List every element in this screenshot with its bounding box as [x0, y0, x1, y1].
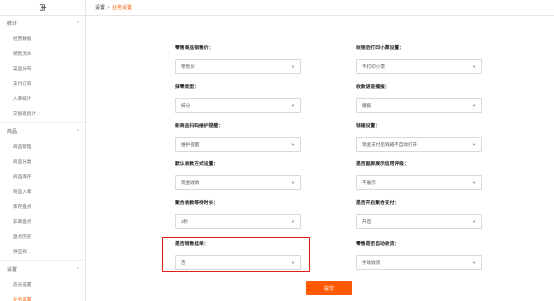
sidebar-item[interactable]: 支付订单: [0, 76, 85, 91]
sidebar-item[interactable]: 菜品分布: [0, 61, 85, 76]
highlight-box: [162, 237, 310, 272]
sidebar-item[interactable]: 交接班统计: [0, 106, 85, 121]
field-label: 钱箱设置：: [356, 124, 380, 129]
sidebar-item[interactable]: 入库统计: [0, 91, 85, 106]
breadcrumb-parent[interactable]: 设置: [95, 4, 105, 11]
select-value: 播报: [362, 102, 372, 108]
sidebar-item[interactable]: 供应商: [0, 244, 85, 259]
sidebar-item-active[interactable]: 业务设置: [0, 292, 85, 301]
cash-drawer-field: 钱箱设置： 现金支付后钱箱不自动打开 ▼: [356, 123, 482, 152]
dropdown-arrow-icon: ▼: [291, 142, 295, 147]
select-value: 抹分: [181, 102, 191, 108]
field-label: 是否开启聚合支付：: [356, 201, 400, 206]
new-item-reminder-select[interactable]: 维护提醒 ▼: [175, 137, 301, 152]
sidebar-item[interactable]: 店员设置: [0, 277, 85, 292]
dropdown-arrow-icon: ▼: [291, 180, 295, 185]
retail-price-select[interactable]: 零售价 ▼: [175, 59, 301, 74]
auto-receive-select[interactable]: 手动收货 ▼: [356, 255, 482, 270]
sidebar-section-stats[interactable]: 统计 ⌃: [0, 16, 85, 31]
voice-broadcast-select[interactable]: 播报 ▼: [356, 98, 482, 113]
dropdown-arrow-icon: ▼: [291, 103, 295, 108]
sidebar-item[interactable]: 非库盘点: [0, 214, 85, 229]
breadcrumb: 设置 > 业务设置: [86, 0, 554, 16]
select-value: 3秒: [181, 218, 189, 224]
select-value: 零售价: [181, 63, 195, 69]
voice-broadcast-field: 收款语音播报： 播报 ▼: [356, 84, 482, 113]
select-value: 现金支付后钱箱不自动打开: [362, 141, 418, 147]
sidebar-section-title: 设置: [7, 267, 18, 273]
sidebar-item[interactable]: 库存盘点: [0, 199, 85, 214]
aggregate-wait-field: 聚合收款等待时长： 3秒 ▼: [175, 200, 301, 229]
main-content: 设置 > 业务设置: [86, 0, 554, 301]
dropdown-arrow-icon: ▼: [291, 219, 295, 224]
chevron-up-icon: ⌃: [75, 20, 80, 27]
collapse-icon: [39, 4, 47, 11]
field-label: 零售是否自动收货：: [356, 242, 400, 247]
sidebar-item[interactable]: 销售流水: [0, 46, 85, 61]
chevron-up-icon: ⌃: [75, 266, 80, 273]
dropdown-arrow-icon: ▼: [472, 180, 476, 185]
dropdown-arrow-icon: ▼: [472, 103, 476, 108]
rounding-type-select[interactable]: 抹分 ▼: [175, 98, 301, 113]
sidebar-item[interactable]: 经营数据: [0, 31, 85, 46]
sidebar-item[interactable]: 商品分类: [0, 154, 85, 169]
sidebar-item[interactable]: 商品库存: [0, 169, 85, 184]
field-label: 收款语音播报：: [356, 85, 390, 90]
field-label: 聚合收款等待时长：: [175, 201, 219, 206]
chevron-up-icon: ⌃: [75, 128, 80, 135]
rounding-type-field: 抹零类型： 抹分 ▼: [175, 84, 301, 113]
new-item-reminder-field: 新商品扫码维护提醒： 维护提醒 ▼: [175, 123, 301, 152]
select-value: 现金收款: [181, 179, 200, 185]
dropdown-arrow-icon: ▼: [472, 64, 476, 69]
breadcrumb-separator: >: [107, 4, 110, 11]
field-label: 是否副屏展示信用评级：: [356, 162, 409, 167]
sidebar-item[interactable]: 商品入库: [0, 184, 85, 199]
select-value: 不展示: [362, 179, 376, 185]
field-label: 收银后打印小票设置：: [356, 46, 404, 51]
cash-drawer-select[interactable]: 现金支付后钱箱不自动打开 ▼: [356, 137, 482, 152]
sidebar-item[interactable]: 盘点历史: [0, 229, 85, 244]
dropdown-arrow-icon: ▼: [472, 260, 476, 265]
retail-price-field: 零售商品销售价： 零售价 ▼: [175, 45, 301, 74]
sidebar-section-title: 统计: [7, 21, 18, 27]
default-payment-field: 默认收款方式设置： 现金收款 ▼: [175, 161, 301, 190]
divider: [0, 122, 85, 123]
submit-button[interactable]: 提交: [306, 281, 352, 295]
sidebar-section-title: 商品: [7, 129, 18, 135]
breadcrumb-current: 业务设置: [111, 5, 132, 11]
settings-form: [86, 16, 554, 301]
aggregate-pay-field: 是否开启聚合支付： 开启 ▼: [356, 200, 482, 229]
field-label: 默认收款方式设置：: [175, 162, 219, 167]
select-value: 不打印小票: [362, 63, 385, 69]
dropdown-arrow-icon: ▼: [472, 219, 476, 224]
auto-receive-field: 零售是否自动收货： 手动收货 ▼: [356, 241, 482, 270]
select-value: 开启: [362, 218, 372, 224]
credit-rating-display-select[interactable]: 不展示 ▼: [356, 175, 482, 190]
aggregate-pay-select[interactable]: 开启 ▼: [356, 214, 482, 229]
select-value: 维护提醒: [181, 141, 200, 147]
dropdown-arrow-icon: ▼: [291, 64, 295, 69]
sidebar-item[interactable]: 商品管理: [0, 139, 85, 154]
field-label: 零售商品销售价：: [175, 46, 214, 51]
sidebar-collapse-button[interactable]: [0, 0, 85, 16]
dropdown-arrow-icon: ▼: [472, 142, 476, 147]
field-label: 抹零类型：: [175, 85, 199, 90]
sidebar: 统计 ⌃ 经营数据 销售流水 菜品分布 支付订单 入库统计 交接班统计 商品 ⌃…: [0, 0, 86, 301]
receipt-print-field: 收银后打印小票设置： 不打印小票 ▼: [356, 45, 482, 74]
sidebar-section-goods[interactable]: 商品 ⌃: [0, 124, 85, 139]
field-label: 新商品扫码维护提醒：: [175, 124, 223, 129]
receipt-print-select[interactable]: 不打印小票 ▼: [356, 59, 482, 74]
divider: [0, 260, 85, 261]
credit-rating-display-field: 是否副屏展示信用评级： 不展示 ▼: [356, 161, 482, 190]
select-value: 手动收货: [362, 259, 381, 265]
sidebar-section-settings[interactable]: 设置 ⌃: [0, 262, 85, 277]
aggregate-wait-select[interactable]: 3秒 ▼: [175, 214, 301, 229]
default-payment-select[interactable]: 现金收款 ▼: [175, 175, 301, 190]
